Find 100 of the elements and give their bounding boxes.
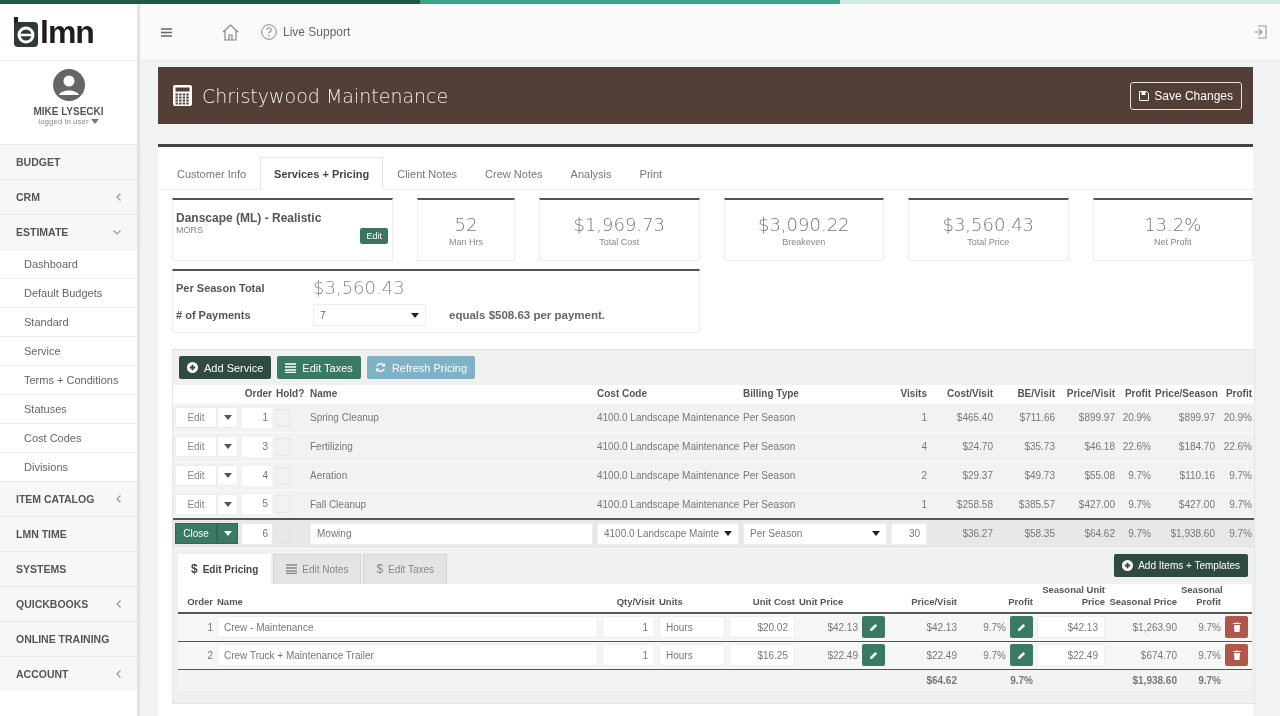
sidebar-item[interactable]: ACCOUNT [0,656,137,691]
total-cell: $1,938.60 [1107,669,1179,692]
menu-icon[interactable] [161,27,172,37]
caret-icon [872,531,880,537]
item-name-field[interactable]: Crew Truck + Maintenance Trailer [217,644,598,667]
dropdown-button[interactable] [217,523,238,545]
refresh-icon [374,362,386,373]
seasonal-price-field[interactable]: $42.13 [1037,616,1105,639]
table-cell: 4100.0 Landscape Maintenance [595,403,741,432]
live-support-link[interactable]: Live Support [261,24,351,40]
table-cell: $36.27 [929,519,995,548]
dollar-icon: $ [376,562,384,576]
table-cell: 9.7% [1217,490,1254,519]
table-cell: $49.73 [995,461,1057,490]
table-cell: 9.7% [1117,519,1153,548]
qty-field[interactable]: 1 [602,616,655,639]
plus-circle-icon [1122,559,1134,571]
column-header: Visits [889,385,929,403]
chevron-left-icon [116,670,121,678]
trash-icon [1232,650,1241,661]
item-name-field[interactable]: Crew - Maintenance [217,616,598,639]
column-header: Price/Visit [1057,385,1117,403]
qty-field[interactable]: 1 [602,644,655,667]
sidebar-item[interactable]: LMN TIME [0,516,137,551]
pencil-icon [869,650,878,660]
table-cell: $427.00 [1153,490,1217,519]
table-cell: 20.9% [1217,403,1254,432]
column-header: Price/Visit [887,583,959,614]
delete-button[interactable] [1225,616,1248,639]
tab[interactable]: $ Edit Taxes [363,553,448,584]
billing-type-select[interactable]: Per Season [743,522,887,545]
caret-icon [724,531,732,537]
units-field[interactable]: Hours [659,644,725,667]
tab[interactable]: Services + Pricing [260,157,384,190]
save-button[interactable]: Save Changes [1130,81,1242,110]
table-cell: 9.7% [1217,519,1254,548]
edit-button[interactable]: Edit [175,493,217,515]
tab[interactable]: $ Edit Pricing [178,553,272,584]
table-cell: $674.70 [1107,641,1179,670]
table-cell: $110.16 [1153,461,1217,490]
pencil-icon [869,622,878,632]
table-cell: Per Season [741,461,889,490]
unit-cost-field[interactable]: $16.25 [729,644,795,667]
seasonal-price-field[interactable]: $22.49 [1037,644,1105,667]
sidebar-item[interactable]: CRM [0,179,137,214]
visits-field[interactable]: 30 [891,522,927,545]
order-field[interactable]: 1 [242,407,272,428]
cost-code-select[interactable]: 4100.0 Landscape Mainte [597,522,739,545]
table-cell: 9.7% [983,621,1006,633]
order-field[interactable]: 5 [242,494,272,515]
stat-label: Total Cost [599,236,640,247]
home-icon[interactable] [222,23,239,41]
table-cell: Fall Cleanup [308,490,595,519]
edit-button[interactable]: Edit [360,228,388,244]
sidebar-item[interactable]: ESTIMATE [0,214,137,249]
table-cell: $1,263.90 [1107,613,1179,642]
sidebar-item[interactable]: ONLINE TRAINING [0,621,137,656]
delete-button[interactable] [1225,644,1248,667]
logout-icon[interactable] [1253,25,1267,39]
stat-label: Net Profit [1154,236,1192,247]
tab[interactable]: Edit Notes [273,553,362,584]
units-field[interactable]: Hours [659,616,725,639]
user-menu[interactable]: logged in user [38,117,99,126]
taxes-button[interactable]: Edit Taxes [277,356,361,379]
add-button[interactable]: Add Service [179,356,272,379]
edit-button[interactable]: Edit [175,436,217,457]
per-payment-text: equals $508.63 per payment. [449,309,606,321]
sidebar-item[interactable]: QUICKBOOKS [0,586,137,621]
table-cell: $22.49 [827,649,858,661]
stat-value: 13.2% [1144,213,1202,235]
edit-profit-button[interactable] [1010,644,1033,667]
table-cell: Per Season [741,432,889,461]
order-field[interactable]: 3 [242,436,272,457]
chevron-left-icon [116,600,121,608]
logo: lmn [40,16,94,48]
sidebar-item[interactable]: BUDGET [0,144,137,179]
edit-price-button[interactable] [862,644,885,667]
payments-select[interactable]: 7 [313,304,426,326]
order-field[interactable]: 6 [242,523,272,544]
sidebar-item[interactable]: ITEM CATALOG [0,481,137,516]
chevron-left-icon [116,495,121,503]
column-header: Name [215,583,600,614]
table-cell: $899.97 [1057,403,1117,432]
close-button[interactable]: Close [175,523,217,545]
order-field[interactable]: 4 [242,465,272,486]
edit-button[interactable]: Edit [175,407,217,428]
edit-profit-button[interactable] [1010,616,1033,639]
column-header: Order [178,583,215,614]
sidebar-item[interactable]: SYSTEMS [0,551,137,586]
name-field[interactable]: Mowing [310,522,593,545]
table-cell: $427.00 [1057,490,1117,519]
unit-cost-field[interactable]: $20.02 [729,616,795,639]
edit-button[interactable]: Edit [175,465,217,486]
caret-icon [223,444,232,449]
pencil-icon [1017,650,1026,660]
table-cell: 9.7% [1117,490,1153,519]
edit-price-button[interactable] [862,616,885,639]
add-items-button[interactable]: Add Items + Templates [1114,553,1248,577]
table-cell: 9.7% [1117,461,1153,490]
table-cell: 2 [889,461,929,490]
